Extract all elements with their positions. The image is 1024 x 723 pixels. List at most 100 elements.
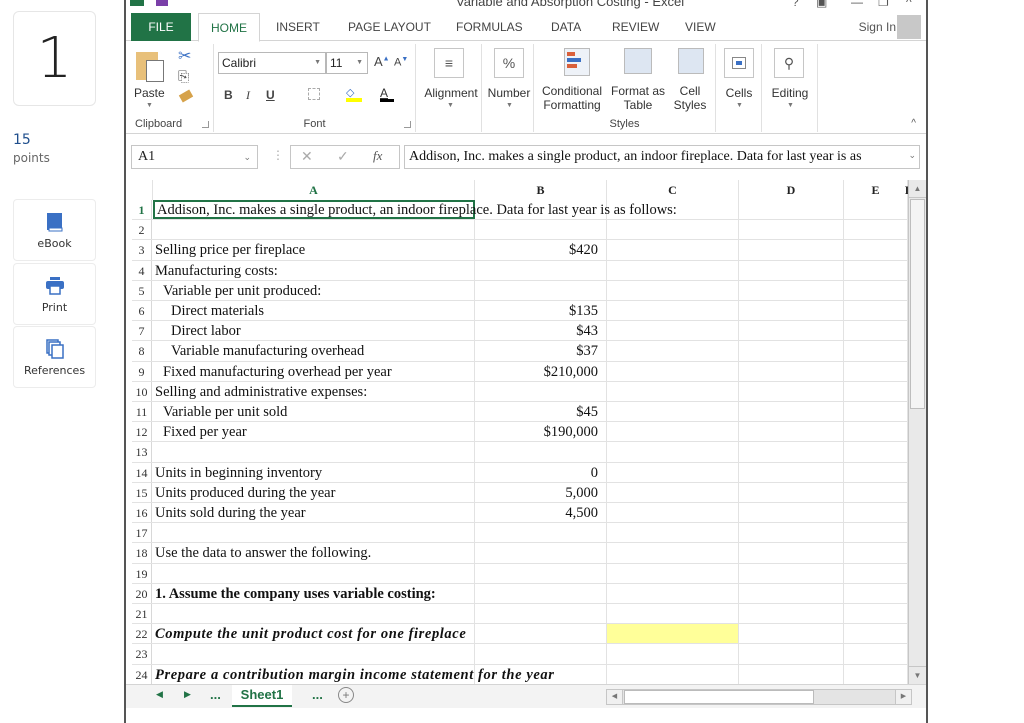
cell-a[interactable] [153,644,475,664]
row-number[interactable]: 1 [132,200,152,220]
save-icon[interactable] [156,0,168,6]
cell-b[interactable]: 5,000 [475,482,607,502]
cell-e[interactable] [844,462,908,482]
copy-icon[interactable]: ⎘ [178,68,189,85]
references-button[interactable]: References [13,326,96,388]
tab-review[interactable]: REVIEW [604,13,667,41]
next-sheet-icon[interactable]: ▶ [184,689,191,700]
cell-c[interactable] [607,220,739,240]
cell-b[interactable] [475,583,607,603]
ribbon-display-icon[interactable]: ▣ [816,0,827,9]
shrink-font-icon[interactable]: A▼ [394,56,408,69]
cell-d[interactable] [739,381,844,401]
cell-a[interactable] [153,220,475,240]
format-painter-icon[interactable] [178,89,194,103]
borders-icon[interactable] [308,88,320,100]
cell-e[interactable] [844,240,908,260]
sheets-ellipsis-left[interactable]: ... [210,687,221,702]
cell-e[interactable] [844,280,908,300]
cell-c[interactable] [607,583,739,603]
row-number[interactable]: 14 [132,462,152,482]
insert-function-icon[interactable]: fx [373,148,382,164]
row-number[interactable]: 9 [132,361,152,381]
cell-d[interactable] [739,341,844,361]
cell-c[interactable] [607,260,739,280]
cell-a[interactable]: Variable manufacturing overhead [153,341,475,361]
cell-d[interactable] [739,503,844,523]
cut-icon[interactable]: ✂ [178,46,191,66]
cell-d[interactable] [739,624,844,644]
cell-b[interactable] [475,260,607,280]
cell-e[interactable] [844,422,908,442]
cell-a[interactable]: Fixed manufacturing overhead per year [153,361,475,381]
tab-insert[interactable]: INSERT [268,13,328,41]
sheet-tab-sheet1[interactable]: Sheet1 [232,685,292,707]
cell-d[interactable] [739,644,844,664]
prev-sheet-icon[interactable]: ◀ [156,689,163,700]
cell-b[interactable]: $135 [475,301,607,321]
font-color-icon[interactable]: A [380,86,394,102]
row-number[interactable]: 17 [132,523,152,543]
cell-a[interactable]: Compute the unit product cost for one fi… [153,624,475,644]
formula-input[interactable]: Addison, Inc. makes a single product, an… [404,145,920,169]
answer-input-cell[interactable] [607,624,739,644]
cell-d[interactable] [739,563,844,583]
column-header-d[interactable]: D [739,180,844,200]
close-icon[interactable]: ^ [906,0,912,9]
grow-font-icon[interactable]: A▲ [374,54,390,69]
minimize-icon[interactable]: — [851,0,863,9]
column-header-a[interactable]: A [153,180,475,200]
cell-a[interactable] [153,442,475,462]
column-header-b[interactable]: B [475,180,607,200]
cell-b[interactable] [475,280,607,300]
cell-d[interactable] [739,462,844,482]
cell-c[interactable] [607,523,739,543]
cell-c[interactable] [607,664,739,684]
cell-d[interactable] [739,280,844,300]
alignment-button[interactable]: Alignment [420,86,482,100]
tab-home[interactable]: HOME [198,13,260,42]
cell-e[interactable] [844,220,908,240]
cell-b[interactable]: $210,000 [475,361,607,381]
select-all-corner[interactable] [132,180,153,200]
cell-c[interactable] [607,563,739,583]
row-number[interactable]: 13 [132,442,152,462]
avatar[interactable] [897,15,921,39]
row-number[interactable]: 15 [132,482,152,502]
cell-a[interactable]: Fixed per year [153,422,475,442]
cell-b[interactable]: $37 [475,341,607,361]
cell-e[interactable] [844,260,908,280]
name-box[interactable]: A1 ⌄ [131,145,258,169]
column-header-c[interactable]: C [607,180,739,200]
cell-e[interactable] [844,583,908,603]
cell-a[interactable]: Direct labor [153,321,475,341]
cancel-icon[interactable]: ✕ [301,148,313,165]
cell-a[interactable]: Addison, Inc. makes a single product, an… [153,200,677,220]
italic-button[interactable]: I [246,88,250,103]
clipboard-launcher-icon[interactable] [202,121,209,128]
row-number[interactable]: 16 [132,503,152,523]
cell-b[interactable] [475,543,607,563]
expand-formula-icon[interactable]: ⌄ [908,150,916,161]
cell-a[interactable]: Selling and administrative expenses: [153,381,475,401]
splitter-icon[interactable]: ⋮ [272,148,284,162]
cell-a[interactable] [153,523,475,543]
cell-e[interactable] [844,523,908,543]
font-size-select[interactable]: 11 ▼ [326,52,368,74]
cell-e[interactable] [844,664,908,684]
cell-b[interactable] [475,644,607,664]
vertical-scrollbar[interactable]: ▲ ▼ [908,180,926,684]
cell-e[interactable] [844,361,908,381]
cell-c[interactable] [607,422,739,442]
cell-c[interactable] [607,240,739,260]
cell-c[interactable] [607,361,739,381]
row-number[interactable]: 21 [132,604,152,624]
restore-icon[interactable]: ❐ [878,0,889,9]
cell-c[interactable] [607,482,739,502]
cell-a[interactable]: Variable per unit sold [153,402,475,422]
bold-button[interactable]: B [224,88,233,102]
cell-a[interactable]: 1. Assume the company uses variable cost… [153,583,475,603]
cell-a[interactable]: Units produced during the year [153,482,475,502]
cell-e[interactable] [844,604,908,624]
row-number[interactable]: 11 [132,402,152,422]
